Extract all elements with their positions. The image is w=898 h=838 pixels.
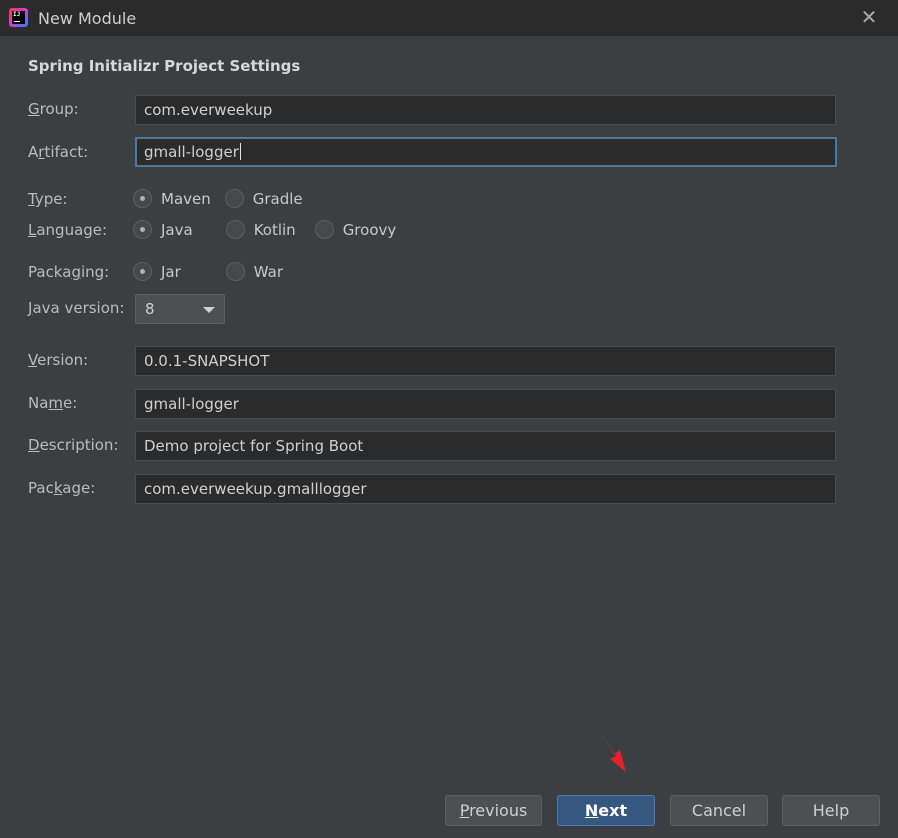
language-groovy-radio[interactable]: Groovy (314, 220, 396, 239)
group-label: Group: (28, 100, 79, 118)
language-java-radio[interactable]: Java (133, 220, 193, 239)
java-version-label: Java version: (28, 299, 125, 317)
language-kotlin-radio[interactable]: Kotlin (225, 220, 296, 239)
previous-button[interactable]: Previous (445, 795, 542, 826)
radio-unchecked-icon (224, 189, 244, 208)
description-label: Description: (28, 436, 119, 454)
intellij-idea-icon: IJ (9, 8, 28, 27)
language-radio-group: Java Kotlin Groovy (133, 220, 410, 239)
chevron-down-icon (203, 307, 215, 313)
type-radio-group: Maven Gradle (133, 189, 317, 208)
help-button[interactable]: Help (782, 795, 880, 826)
text-caret (239, 143, 241, 160)
packaging-label: Packaging: (28, 263, 110, 281)
cancel-button[interactable]: Cancel (670, 795, 768, 826)
red-arrow-icon (600, 732, 626, 772)
radio-checked-icon (133, 220, 152, 239)
version-field[interactable]: 0.0.1-SNAPSHOT (135, 346, 836, 376)
radio-unchecked-icon (225, 262, 245, 281)
close-icon[interactable]: ✕ (858, 6, 880, 28)
type-label: Type: (28, 190, 68, 208)
description-field[interactable]: Demo project for Spring Boot (135, 431, 836, 461)
radio-checked-icon (133, 262, 152, 281)
packaging-radio-group: Jar War (133, 262, 297, 281)
java-version-select[interactable]: 8 (135, 294, 225, 324)
title-bar: IJ New Module ✕ (0, 0, 898, 36)
packaging-war-radio[interactable]: War (225, 262, 283, 281)
window-title: New Module (38, 9, 137, 28)
group-field[interactable]: com.everweekup (135, 95, 836, 125)
package-label: Package: (28, 479, 96, 497)
type-maven-radio[interactable]: Maven (133, 189, 211, 208)
language-label: Language: (28, 221, 108, 239)
name-field[interactable]: gmall-logger (135, 389, 836, 419)
radio-unchecked-icon (225, 220, 245, 239)
name-label: Name: (28, 394, 78, 412)
artifact-field[interactable]: gmall-logger (135, 137, 837, 167)
type-gradle-radio[interactable]: Gradle (224, 189, 303, 208)
radio-unchecked-icon (314, 220, 334, 239)
package-field[interactable]: com.everweekup.gmalllogger (135, 474, 836, 504)
section-title: Spring Initializr Project Settings (28, 57, 301, 75)
artifact-label: Artifact: (28, 143, 89, 161)
next-button[interactable]: Next (557, 795, 655, 826)
version-label: Version: (28, 351, 89, 369)
radio-checked-icon (133, 189, 152, 208)
packaging-jar-radio[interactable]: Jar (133, 262, 181, 281)
